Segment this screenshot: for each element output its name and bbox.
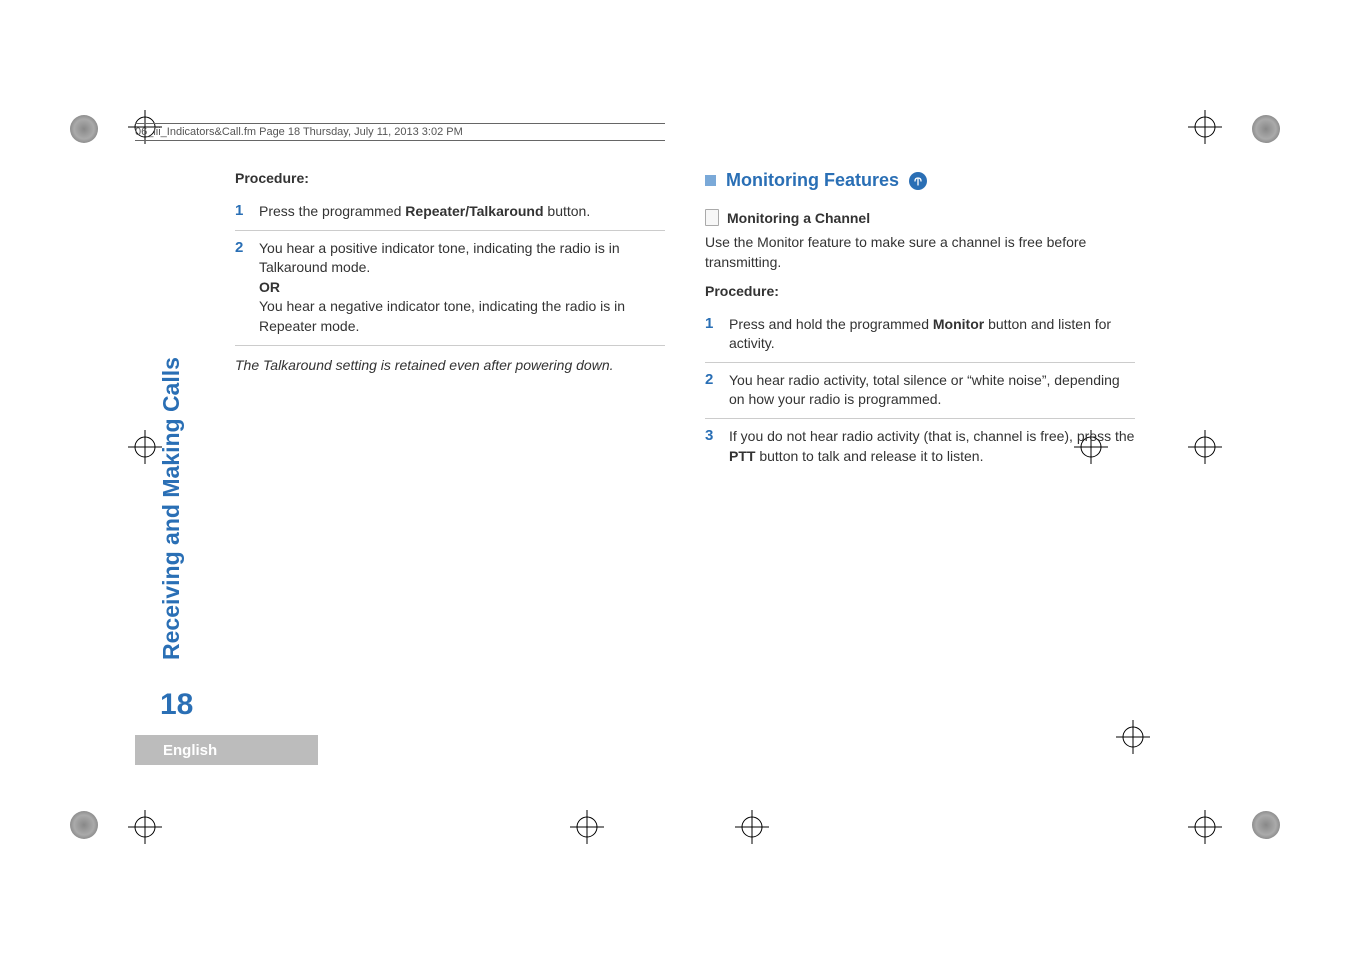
registration-mark-icon xyxy=(735,810,769,844)
sub-heading: Monitoring a Channel xyxy=(705,209,1135,226)
step-number: 2 xyxy=(235,239,249,337)
corner-dot-icon xyxy=(70,811,98,839)
step-text: Press and hold the programmed Monitor bu… xyxy=(729,315,1135,354)
corner-dot-icon xyxy=(1252,811,1280,839)
registration-mark-icon xyxy=(1188,810,1222,844)
procedure-label: Procedure: xyxy=(235,170,665,186)
step-2: 2 You hear a positive indicator tone, in… xyxy=(235,231,665,346)
side-tab-label: Receiving and Making Calls xyxy=(158,340,185,660)
sub-heading-text: Monitoring a Channel xyxy=(727,210,870,226)
language-label: English xyxy=(163,742,217,759)
step-text: If you do not hear radio activity (that … xyxy=(729,427,1135,466)
page-outline-icon xyxy=(705,209,719,226)
step-text: You hear a positive indicator tone, indi… xyxy=(259,239,665,337)
step-text: Press the programmed Repeater/Talkaround… xyxy=(259,202,665,222)
language-band: English xyxy=(135,735,318,765)
right-step-2: 2 You hear radio activity, total silence… xyxy=(705,363,1135,419)
corner-dot-icon xyxy=(70,115,98,143)
right-step-3: 3 If you do not hear radio activity (tha… xyxy=(705,419,1135,474)
section-title: Monitoring Features xyxy=(726,170,899,191)
corner-dot-icon xyxy=(1252,115,1280,143)
page-content: Procedure: 1 Press the programmed Repeat… xyxy=(135,100,1215,800)
section-square-icon xyxy=(705,175,716,186)
step-1: 1 Press the programmed Repeater/Talkarou… xyxy=(235,194,665,231)
section-heading: Monitoring Features xyxy=(705,170,1135,191)
registration-mark-icon xyxy=(128,810,162,844)
page-number: 18 xyxy=(160,688,193,722)
step-number: 1 xyxy=(235,202,249,222)
registration-mark-icon xyxy=(570,810,604,844)
step-text: You hear radio activity, total silence o… xyxy=(729,371,1135,410)
right-step-1: 1 Press and hold the programmed Monitor … xyxy=(705,307,1135,363)
antenna-circle-icon xyxy=(909,172,927,190)
right-column: Monitoring Features Monitoring a Channel… xyxy=(705,170,1135,474)
italic-note: The Talkaround setting is retained even … xyxy=(235,356,665,376)
step-number: 2 xyxy=(705,371,719,410)
step-number: 3 xyxy=(705,427,719,466)
procedure-label: Procedure: xyxy=(705,283,1135,299)
step-number: 1 xyxy=(705,315,719,354)
intro-text: Use the Monitor feature to make sure a c… xyxy=(705,232,1135,273)
left-column: Procedure: 1 Press the programmed Repeat… xyxy=(235,170,665,474)
